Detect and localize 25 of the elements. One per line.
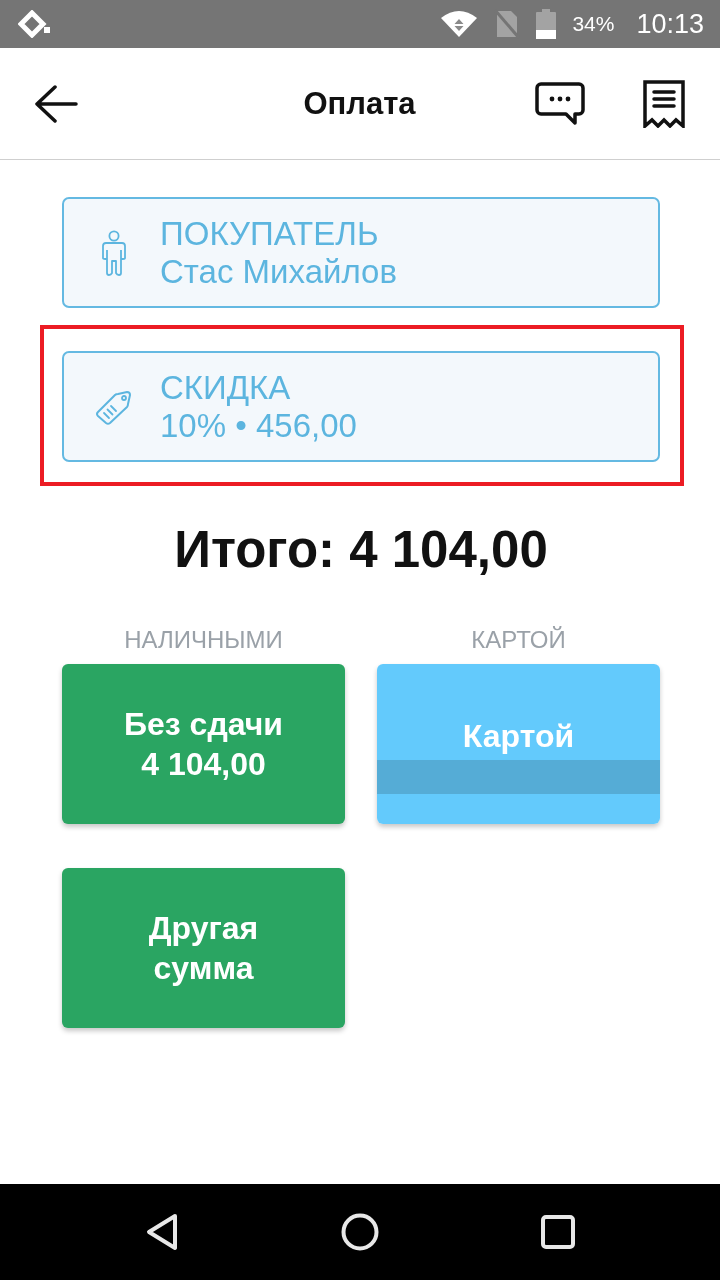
nav-back-icon[interactable] <box>145 1213 179 1251</box>
card-payment-button[interactable]: Картой <box>377 664 660 824</box>
person-icon <box>101 229 127 276</box>
battery-percent: 34% <box>572 11 615 38</box>
cash-payment-button[interactable]: Без сдачи 4 104,00 <box>62 664 345 824</box>
payment-group-heading: НАЛИЧНЫМИ <box>123 625 284 655</box>
back-arrow-icon[interactable] <box>34 84 78 123</box>
chat-icon[interactable] <box>535 81 585 126</box>
battery-icon <box>536 9 557 39</box>
screen-title: Оплата <box>303 84 416 123</box>
tag-icon <box>95 388 133 425</box>
info-label: ПОКУПАТЕЛЬ <box>160 214 379 253</box>
nav-recents-icon[interactable] <box>541 1215 575 1249</box>
receipt-icon[interactable] <box>643 79 685 128</box>
total-amount: Итого: 4 104,00 <box>173 521 549 579</box>
info-value: 10% • 456,00 <box>160 406 357 445</box>
payment-group-heading: КАРТОЙ <box>470 625 567 655</box>
clock-time: 10:13 <box>636 7 704 41</box>
wifi-icon <box>440 10 479 38</box>
info-value: Стас Михайлов <box>160 252 397 291</box>
customer-card[interactable]: ПОКУПАТЕЛЬ Стас Михайлов <box>62 197 660 308</box>
cash-payment-button[interactable]: Другая сумма <box>62 868 345 1028</box>
nav-home-icon[interactable] <box>341 1213 379 1251</box>
info-label: СКИДКА <box>160 368 291 407</box>
discount-card[interactable]: СКИДКА 10% • 456,00 <box>62 351 660 462</box>
